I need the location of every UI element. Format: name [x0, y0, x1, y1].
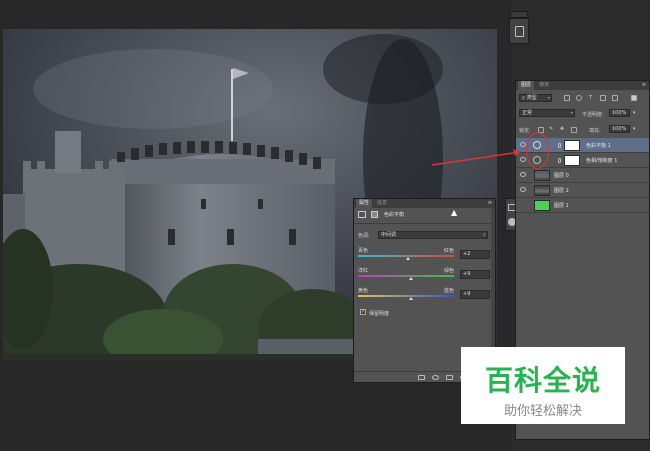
fill-dropdown-icon[interactable]: ▾ [633, 126, 636, 132]
filter-toggle-icon[interactable] [631, 95, 637, 101]
visibility-eye-icon[interactable] [520, 172, 526, 177]
layer-mask-thumbnail[interactable] [564, 155, 580, 166]
watermark-title: 百科全说 [484, 364, 601, 397]
tab-channels[interactable]: 通道 [536, 81, 552, 90]
panel-title: 色彩平衡 [384, 212, 405, 218]
slider-right-label: 红色 [444, 248, 455, 254]
blend-mode-select[interactable]: 正常 ▾ [519, 109, 575, 117]
tone-select[interactable]: 中间调 ⇕ [378, 231, 488, 239]
layer-name[interactable]: 图层 0 [554, 172, 569, 179]
reset-icon[interactable] [446, 375, 453, 380]
fill-label: 填充: [589, 128, 601, 134]
properties-tabbar: 属性 信息 ≡ [354, 199, 495, 208]
slider-right-label: 绿色 [444, 268, 455, 274]
layer-mask-thumbnail[interactable] [564, 140, 580, 151]
watermark-subtitle: 助你轻松解决 [503, 404, 582, 419]
lock-label: 锁定: [519, 128, 531, 134]
layer-name[interactable]: 图层 1 [554, 202, 569, 209]
slider-handle[interactable] [409, 297, 413, 300]
slider-handle[interactable] [409, 277, 413, 280]
history-icon [515, 26, 524, 37]
view-previous-state-icon[interactable] [432, 375, 439, 380]
slider-handle[interactable] [406, 257, 410, 260]
slider-left-label: 洋红 [358, 268, 369, 274]
fill-field[interactable]: 100% [609, 125, 630, 133]
blend-mode-value: 正常 [522, 110, 533, 116]
slider-right-label: 蓝色 [444, 288, 455, 294]
slider-value-field[interactable]: +2 [460, 250, 490, 259]
tab-layers[interactable]: 图层 [518, 81, 535, 90]
slider-track[interactable] [358, 295, 454, 297]
layer-name[interactable]: 色彩平衡 1 [586, 142, 611, 149]
type-filter-icon[interactable]: T [589, 95, 592, 101]
layer-name[interactable]: 色相/饱和度 1 [586, 157, 617, 164]
layer-thumbnail [534, 200, 550, 211]
visibility-eye-icon[interactable] [520, 187, 526, 192]
watermark: 百科全说 助你轻松解决 [461, 347, 625, 424]
panel-menu-icon[interactable]: ≡ [488, 200, 492, 206]
slider-left-label: 青色 [358, 248, 369, 254]
magenta-green-slider-row: 洋红 绿色 +9 [358, 267, 490, 287]
adjustment-type-icon [358, 211, 366, 218]
slider-value-field[interactable]: +9 [460, 290, 490, 299]
cyan-red-slider-row: 青色 红色 +2 [358, 247, 490, 267]
kind-filter-value: 类型 [526, 95, 537, 101]
preserve-luminosity-checkbox[interactable]: ✓ [360, 309, 366, 315]
link-icon [558, 143, 561, 148]
smart-filter-icon[interactable] [612, 95, 618, 101]
tone-label: 色调: [358, 233, 370, 239]
layer-row[interactable]: 图层 2 [516, 183, 649, 198]
tone-value: 中间调 [381, 232, 397, 238]
layer-name[interactable]: 图层 2 [554, 187, 569, 194]
visibility-eye-icon[interactable] [520, 202, 526, 207]
lock-paint-icon[interactable]: ✎ [549, 126, 553, 132]
kind-filter-select[interactable]: ρ 类型 ▾ [519, 94, 552, 102]
mouse-cursor-icon: ▲ [451, 208, 458, 217]
history-panel-button[interactable] [509, 18, 529, 44]
clip-to-layer-icon[interactable] [418, 375, 425, 380]
shape-filter-icon[interactable] [600, 95, 606, 101]
tab-properties[interactable]: 属性 [356, 199, 373, 208]
preserve-luminosity-label: 保留明度 [369, 311, 390, 317]
red-arrow [431, 149, 521, 166]
mask-icon[interactable] [371, 211, 378, 218]
link-icon [558, 158, 561, 163]
layers-tabbar: 图层 通道 ≡ [516, 81, 649, 90]
panel-menu-icon[interactable]: ≡ [642, 82, 646, 88]
lock-position-icon[interactable]: ✥ [560, 126, 564, 132]
layer-thumbnail [534, 185, 550, 196]
layer-row[interactable]: 图层 0 [516, 168, 649, 183]
opacity-dropdown-icon[interactable]: ▾ [633, 110, 636, 116]
layer-row[interactable]: 图层 1 [516, 198, 649, 213]
opacity-label: 不透明度: [582, 112, 604, 118]
tab-info[interactable]: 信息 [374, 199, 390, 208]
layer-thumbnail [534, 170, 550, 181]
panel-collapse-bar[interactable] [510, 11, 528, 18]
slider-track[interactable] [358, 275, 454, 277]
slider-value-field[interactable]: +9 [460, 270, 490, 279]
adjustment-filter-icon[interactable] [576, 95, 582, 101]
pixel-filter-icon[interactable] [564, 95, 570, 101]
divider [354, 223, 495, 224]
yellow-blue-slider-row: 黄色 蓝色 +9 [358, 287, 490, 307]
slider-left-label: 黄色 [358, 288, 369, 294]
lock-all-icon[interactable] [571, 127, 577, 133]
opacity-field[interactable]: 100% [609, 109, 630, 117]
